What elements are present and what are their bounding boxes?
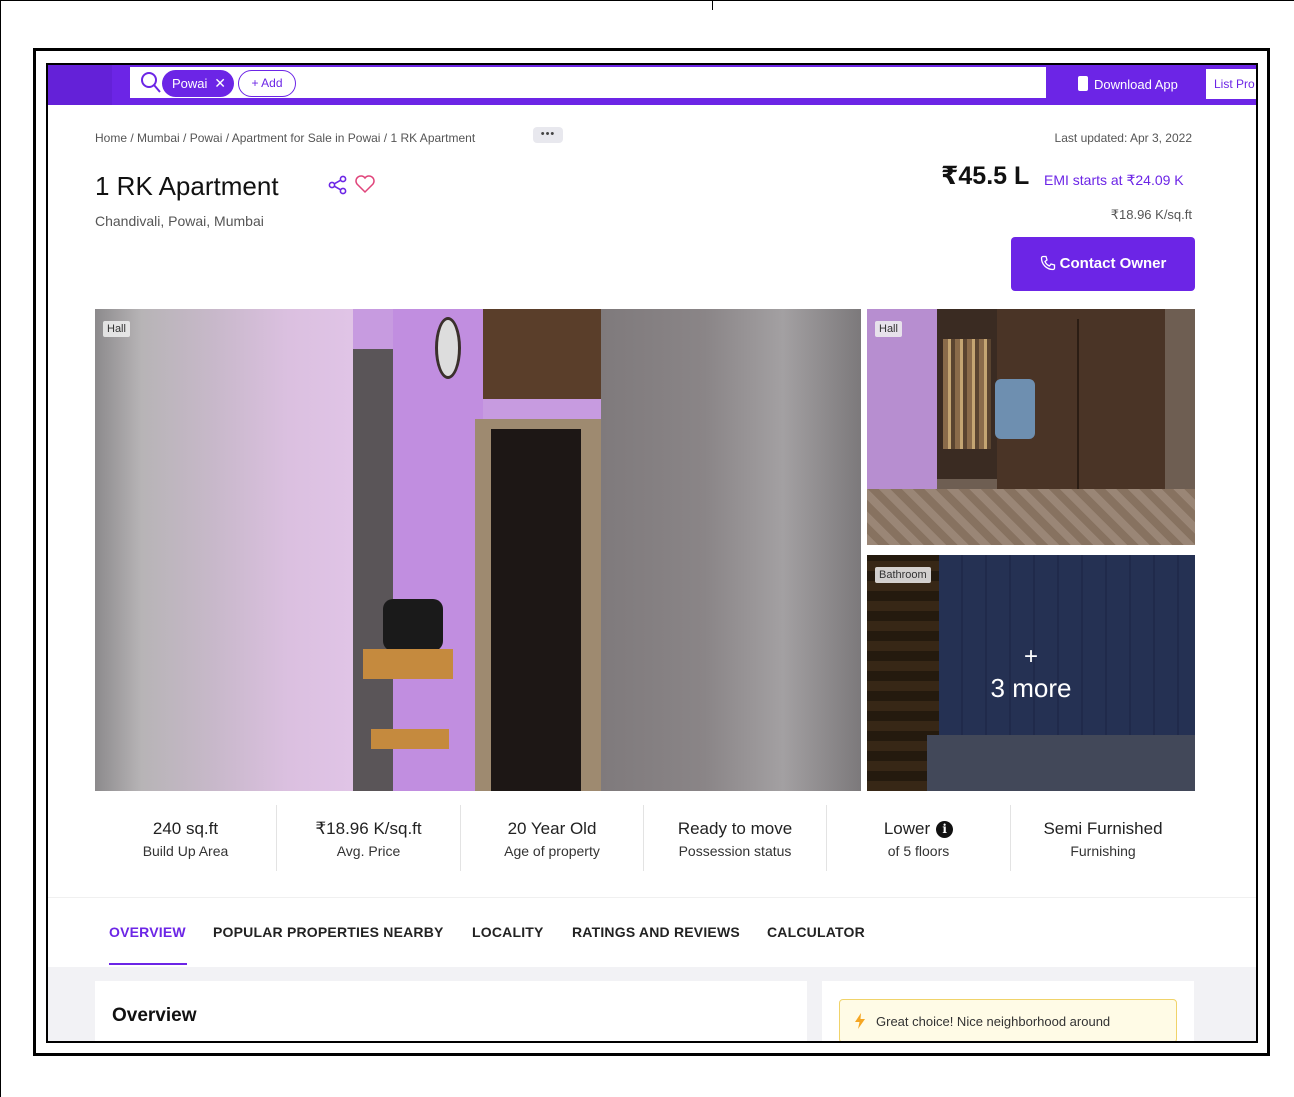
- add-location-button[interactable]: + Add: [238, 70, 296, 97]
- lightning-icon: [855, 1013, 865, 1029]
- browser-viewport: Powai ✕ + Add Download App List Pro Home…: [46, 63, 1258, 1043]
- photo-blur-right: [601, 309, 861, 791]
- fact-avg-price: ₹18.96 K/sq.ft Avg. Price: [277, 805, 461, 871]
- last-updated: Last updated: Apr 3, 2022: [1054, 131, 1192, 145]
- search-icon[interactable]: [140, 71, 162, 95]
- top-navbar: Powai ✕ + Add Download App List Pro: [48, 65, 1256, 105]
- phone-icon: [1078, 76, 1088, 91]
- fact-furnishing: Semi Furnished Furnishing: [1043, 819, 1163, 859]
- tab-ratings-reviews[interactable]: RATINGS AND REVIEWS: [572, 924, 740, 940]
- breadcrumb-more-button[interactable]: •••: [533, 127, 563, 143]
- property-facts: 240 sq.ft Build Up Area ₹18.96 K/sq.ft A…: [95, 805, 1195, 875]
- tab-locality[interactable]: LOCALITY: [472, 924, 544, 940]
- emi-link[interactable]: EMI starts at ₹24.09 K: [1044, 172, 1184, 189]
- share-icon[interactable]: [328, 175, 348, 195]
- side-photo-bathroom[interactable]: Bathroom + 3 more: [867, 555, 1195, 791]
- main-photo[interactable]: Hall: [95, 309, 861, 791]
- overview-title: Overview: [112, 1005, 197, 1026]
- photo-tag: Bathroom: [875, 567, 931, 583]
- call-icon: [1040, 255, 1055, 271]
- fact-age: 20 Year Old Age of property: [461, 805, 644, 871]
- tab-calculator[interactable]: CALCULATOR: [767, 924, 865, 940]
- active-tab-indicator: [109, 963, 187, 965]
- breadcrumb[interactable]: Home / Mumbai / Powai / Apartment for Sa…: [95, 131, 475, 145]
- price: ₹45.5 L: [941, 162, 1030, 190]
- more-photos-plus: +: [1023, 643, 1038, 670]
- photo-tag: Hall: [875, 321, 902, 337]
- neighborhood-card: Great choice! Nice neighborhood around: [822, 981, 1194, 1041]
- neighborhood-notice: Great choice! Nice neighborhood around: [839, 999, 1177, 1041]
- divider: [712, 0, 713, 10]
- contact-owner-label: Contact Owner: [1059, 255, 1167, 272]
- photo-tag: Hall: [103, 321, 130, 337]
- heart-icon[interactable]: [354, 173, 376, 195]
- fact-area: 240 sq.ft Build Up Area: [95, 805, 277, 871]
- chip-label: Powai: [172, 76, 208, 91]
- clock: [435, 317, 461, 379]
- tab-overview[interactable]: OVERVIEW: [109, 924, 186, 940]
- search-chip-powai[interactable]: Powai ✕: [162, 70, 234, 97]
- photo-blur-left: [95, 309, 353, 791]
- door: [491, 429, 581, 791]
- hall-photo: [353, 309, 601, 791]
- side-photo-hall[interactable]: Hall: [867, 309, 1195, 545]
- page-title: 1 RK Apartment: [95, 171, 279, 201]
- download-app-label: Download App: [1094, 77, 1178, 92]
- price-per-sqft: ₹18.96 K/sq.ft: [1110, 207, 1192, 222]
- notice-text: Great choice! Nice neighborhood around: [876, 1014, 1111, 1029]
- more-photos-label[interactable]: 3 more: [867, 673, 1195, 704]
- fact-floor: Lower i of 5 floors: [827, 805, 1011, 871]
- screenshot-frame: Powai ✕ + Add Download App List Pro Home…: [33, 48, 1270, 1056]
- contact-owner-button[interactable]: Contact Owner: [1011, 237, 1195, 291]
- section-tabs: OVERVIEW POPULAR PROPERTIES NEARBY LOCAL…: [48, 897, 1256, 967]
- locality-text: Chandivali, Powai, Mumbai: [95, 213, 264, 229]
- info-icon[interactable]: i: [936, 821, 954, 838]
- menu-area[interactable]: [48, 65, 112, 105]
- overview-card: Overview: [95, 981, 807, 1041]
- list-property-button[interactable]: List Pro: [1206, 69, 1256, 99]
- close-icon[interactable]: ✕: [214, 70, 226, 97]
- fact-possession: Ready to move Possession status: [644, 805, 827, 871]
- download-app-button[interactable]: Download App: [1078, 75, 1178, 95]
- tab-popular-properties[interactable]: POPULAR PROPERTIES NEARBY: [213, 924, 444, 940]
